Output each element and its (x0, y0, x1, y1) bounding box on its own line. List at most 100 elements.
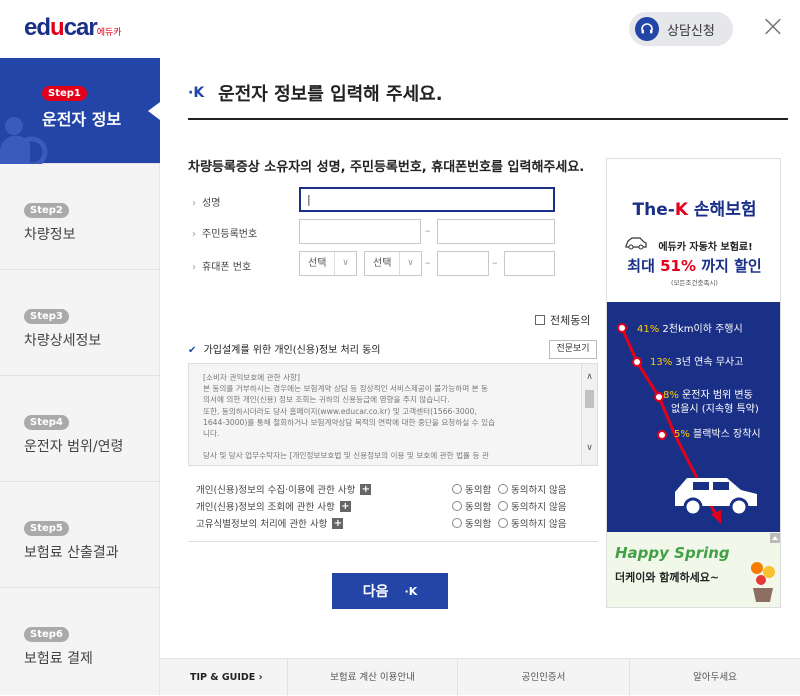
consult-button[interactable]: 상담신청 (629, 12, 733, 46)
step-sidebar: Step1 운전자 정보 Step2 차량정보 Step3 차량상세정보 Ste… (0, 58, 160, 695)
footer-notice[interactable]: 알아두세요 (630, 659, 800, 696)
ad-spring-banner: Happy Spring 더케이와 함께하세요~ (607, 532, 780, 607)
agree-all-label: 전체동의 (550, 314, 591, 327)
scroll-down-icon[interactable]: ∨ (582, 443, 597, 457)
phone-carrier-select[interactable]: 선택 ∨ (299, 251, 357, 276)
sidebar-step-3[interactable]: Step3 차량상세정보 (0, 270, 160, 376)
ad-bullet-hl: 13% (650, 357, 673, 368)
radio-agree-2[interactable]: 동의함 (452, 499, 491, 513)
rrn-front-input[interactable] (299, 219, 421, 244)
radio-disagree-3[interactable]: 동의하지 않음 (498, 516, 566, 530)
radio-icon (498, 501, 508, 511)
footer-certificate[interactable]: 공인인증서 (458, 659, 630, 696)
scroll-thumb[interactable] (585, 390, 594, 408)
radio-agree-3[interactable]: 동의함 (452, 516, 491, 530)
rrn-back-input[interactable] (437, 219, 555, 244)
rrn-label: 주민등록번호 (192, 225, 257, 240)
radio-icon (452, 484, 462, 494)
name-label: 성명 (192, 194, 220, 209)
phone-label: 휴대폰 번호 (192, 258, 251, 273)
ad-bullet-3: 8% 운전자 범위 변동 없을시 (지속형 특약) (663, 389, 759, 417)
consent-line: 본 동의를 거부하시는 경우에는 보험계약 상담 등 정상적인 서비스제공이 불… (203, 384, 489, 394)
consent-text-box[interactable]: [소비자 권익보호에 관한 사항] 본 동의를 거부하시는 경우에는 보험계약 … (188, 363, 598, 466)
consent-row-label: 고유식별정보의 처리에 관한 사항 (196, 519, 328, 530)
plus-icon[interactable]: + (332, 517, 344, 529)
radio-disagree-2[interactable]: 동의하지 않음 (498, 499, 566, 513)
phone-last-input[interactable] (504, 251, 555, 276)
k-logo-icon: ·K (404, 584, 418, 598)
consent-line: 니다. (203, 429, 220, 439)
radio-label: 동의하지 않음 (511, 502, 567, 513)
radio-label: 동의함 (465, 519, 492, 530)
sidebar-step-5[interactable]: Step5 보험료 산출결과 (0, 482, 160, 588)
logo-text-red: u (50, 14, 65, 41)
consent-title: ✔ 가입설계를 위한 개인(신용)정보 처리 동의 (188, 341, 381, 356)
page-title-text: 운전자 정보를 입력해 주세요. (218, 84, 443, 105)
ad-bullet-2: 13% 3년 연속 무사고 (650, 356, 743, 370)
consent-line: 당사 및 당사 업무수탁자는 [개인정보보호법 및 신용정보의 이용 및 보호에… (203, 451, 489, 461)
phone-prefix-select[interactable]: 선택 ∨ (364, 251, 422, 276)
ad-brand-prefix: The- (632, 200, 675, 220)
name-input[interactable]: | (299, 187, 555, 212)
plus-icon[interactable]: + (339, 500, 351, 512)
plus-icon[interactable]: + (360, 483, 372, 495)
phone-dash-2: – (492, 256, 498, 269)
next-label: 다음 (362, 584, 389, 600)
ad-discount-list: 41% 2천km이하 주행시 13% 3년 연속 무사고 8% 운전자 범위 변… (607, 302, 780, 532)
sidebar-step-1[interactable]: Step1 운전자 정보 (0, 58, 160, 164)
k-logo-icon: ·K (188, 85, 205, 101)
scroll-up-icon[interactable]: ∧ (582, 372, 597, 386)
sidebar-step-2[interactable]: Step2 차량정보 (0, 164, 160, 270)
ad-bullet-text: 운전자 범위 변동 (678, 390, 753, 401)
radio-icon (452, 501, 462, 511)
ad-close-icon[interactable] (770, 533, 780, 543)
chevron-down-icon: ∨ (334, 252, 356, 275)
sidebar-step-6[interactable]: Step6 보험료 결제 (0, 588, 160, 694)
select-value: 선택 (373, 258, 392, 269)
phone-middle-input[interactable] (437, 251, 489, 276)
active-step-arrow (148, 102, 160, 120)
step-label: 보험료 산출결과 (24, 545, 119, 561)
rrn-dash: – (425, 224, 431, 237)
chevron-down-icon: ∨ (399, 252, 421, 275)
title-divider (188, 118, 788, 120)
consent-row-unique-id: 고유식별정보의 처리에 관한 사항 + (196, 516, 344, 530)
form-description: 차량등록증상 소유자의 성명, 주민등록번호, 휴대폰번호를 입력해주세요. (188, 160, 585, 175)
ad-brand-suffix: 손해보험 (688, 200, 757, 220)
ad-bullet-hl: 5% (674, 429, 690, 440)
consent-row-inquiry: 개인(신용)정보의 조회에 관한 사항 + (196, 499, 351, 513)
radio-agree-1[interactable]: 동의함 (452, 482, 491, 496)
logo-text-prefix: ed (24, 14, 51, 41)
consult-label: 상담신청 (667, 23, 715, 39)
radio-icon (498, 518, 508, 528)
agree-all-checkbox[interactable]: 전체동의 (535, 312, 590, 328)
phone-dash-1: – (425, 256, 431, 269)
radio-icon (452, 518, 462, 528)
step-label: 보험료 결제 (24, 651, 93, 667)
educar-logo[interactable]: educar에듀카 (24, 14, 122, 42)
flower-pot-icon (751, 562, 775, 602)
ad-discount-suffix: 까지 할인 (696, 257, 762, 275)
full-view-button[interactable]: 전문보기 (549, 340, 597, 359)
radio-label: 동의함 (465, 502, 492, 513)
sidebar-step-4[interactable]: Step4 운전자 범위/연령 (0, 376, 160, 482)
footer-calc-guide[interactable]: 보험료 계산 이용안내 (288, 659, 458, 696)
radio-label: 동의함 (465, 485, 492, 496)
ad-top: The-K 손해보험 에듀카 자동차 보험료! 최대 51% 까지 할인 (모든… (607, 159, 780, 302)
radio-label: 동의하지 않음 (511, 519, 567, 530)
step-badge: Step2 (24, 203, 69, 218)
radio-disagree-1[interactable]: 동의하지 않음 (498, 482, 566, 496)
step-badge: Step6 (24, 627, 69, 642)
footer-bar: TIP & GUIDE › 보험료 계산 이용안내 공인인증서 알아두세요 (160, 658, 800, 696)
step-badge: Step3 (24, 309, 69, 324)
ad-brand-k: K (674, 200, 688, 220)
step-label: 차량정보 (24, 227, 76, 243)
insurance-ad-banner[interactable]: The-K 손해보험 에듀카 자동차 보험료! 최대 51% 까지 할인 (모든… (606, 158, 781, 608)
next-button[interactable]: 다음 ·K (332, 573, 448, 609)
close-icon[interactable]: × (760, 12, 786, 42)
consent-line: 1644-3000)를 통해 철회하거나 보험계약상담 목적의 연락에 대한 중… (203, 417, 496, 427)
footer-tip-guide[interactable]: TIP & GUIDE › (160, 659, 288, 696)
check-icon: ✔ (188, 345, 197, 356)
ad-bullet-1: 41% 2천km이하 주행시 (637, 323, 743, 337)
consent-scrollbar[interactable]: ∧ ∨ (581, 364, 597, 465)
